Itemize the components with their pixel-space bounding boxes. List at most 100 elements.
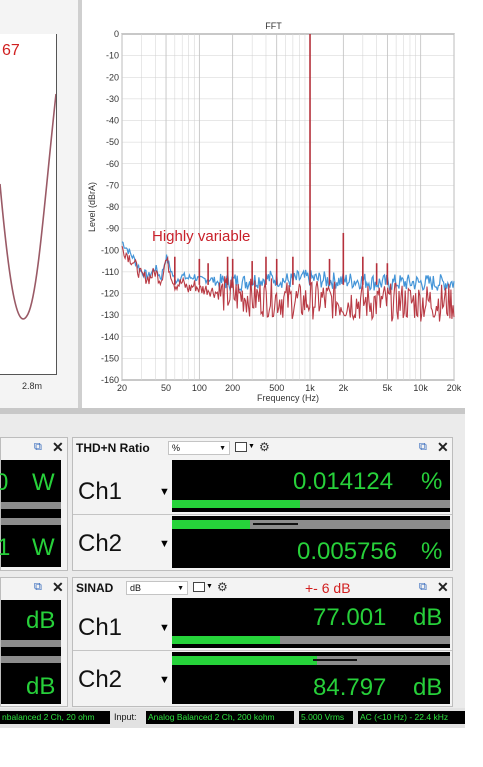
close-icon[interactable]: ✕: [52, 579, 64, 596]
fft-x-tick: 1k: [305, 383, 315, 393]
chevron-down-icon[interactable]: ▼: [159, 674, 170, 686]
meter-options-icon[interactable]: [235, 442, 247, 452]
level-ch1-unit: dB: [26, 607, 56, 634]
sinad-ch1-label: Ch1: [78, 614, 123, 641]
popout-icon[interactable]: ⧉: [419, 441, 427, 454]
thd-ch2-bar-fill: [172, 520, 250, 529]
power-meter-panel: ⧉ ✕ 0 W 1 W: [0, 437, 68, 571]
fft-y-tick: -150: [101, 353, 119, 363]
left-waveform-trace: [0, 93, 56, 320]
output-config-chip[interactable]: nbalanced 2 Ch, 20 ohm: [0, 711, 110, 724]
fft-x-tick: 500: [269, 383, 284, 393]
fft-y-tick: -80: [106, 202, 119, 212]
sinad-ch2-label: Ch2: [78, 666, 123, 693]
power-ch2-value: 1: [0, 534, 11, 561]
chevron-down-icon[interactable]: ▼: [159, 538, 170, 550]
sinad-ch1-value: 77.001: [313, 604, 387, 631]
sinad-unit-value: dB: [130, 583, 142, 593]
divider: [73, 514, 452, 515]
popout-icon[interactable]: ⧉: [34, 441, 42, 454]
fft-y-tick: -20: [106, 72, 119, 82]
power-ch2-unit: W: [32, 534, 55, 561]
close-icon[interactable]: ✕: [437, 579, 449, 596]
level-ch2-unit: dB: [26, 673, 56, 700]
fft-y-tick: -140: [101, 332, 119, 342]
sinad-panel: SINAD dB ▼ ▼ ⚙ +- 6 dB ⧉ ✕ Ch1 ▼ 77.001 …: [72, 577, 453, 707]
gear-icon[interactable]: ⚙: [259, 440, 270, 454]
thd-ch2-label: Ch2: [78, 530, 123, 557]
sinad-ch2-peak-marker: [313, 659, 357, 661]
chevron-down-icon: ▼: [177, 584, 184, 592]
divider: [73, 650, 452, 651]
power-ch1-bar: [1, 502, 61, 509]
thd-n-ratio-panel: THD+N Ratio % ▼ ▼ ⚙ ⧉ ✕ Ch1 ▼ 0.014124 %…: [72, 437, 453, 571]
thd-ch1-value: 0.014124: [293, 468, 394, 495]
blank-area: [0, 728, 465, 767]
fft-panel: FFT 0 -10 -20 -30 -40 -50 -60 -70 -80 -90 -100 -110…: [82, 0, 465, 410]
power-ch2-bar: [1, 518, 61, 525]
left-waveform-plot: 67 2.8m: [0, 0, 78, 410]
splitter-grip-icon[interactable]: [74, 409, 88, 422]
fft-y-tick: -120: [101, 289, 119, 299]
fft-y-tick: -40: [106, 116, 119, 126]
fft-x-tick: 200: [225, 383, 240, 393]
close-icon[interactable]: ✕: [437, 439, 449, 456]
fft-y-tick: -30: [106, 94, 119, 104]
sinad-ch1-bar-fill: [172, 636, 281, 644]
power-ch1-value: 0: [0, 469, 9, 496]
input-config-chip[interactable]: Analog Balanced 2 Ch, 200 kohm: [146, 711, 294, 724]
thd-ch2-unit: %: [421, 538, 443, 565]
fft-chart: 0 -10 -20 -30 -40 -50 -60 -70 -80 -90 -100 -110 -120…: [87, 29, 462, 403]
fft-y-tick: 0: [114, 29, 119, 39]
chevron-down-icon[interactable]: ▼: [206, 583, 213, 590]
meter-options-icon[interactable]: [193, 582, 205, 592]
sinad-ch2-bar: [172, 656, 450, 665]
fft-y-tick: -100: [101, 245, 119, 255]
sinad-title: SINAD: [76, 581, 114, 595]
fft-x-axis-label: Frequency (Hz): [257, 393, 319, 403]
fft-x-tick: 10k: [413, 383, 428, 393]
thd-ch1-unit: %: [421, 468, 443, 495]
sinad-annotation: +- 6 dB: [305, 580, 351, 596]
right-gutter: [465, 0, 483, 767]
sinad-ch2-value: 84.797: [313, 674, 387, 701]
left-plot-x-tick: 2.8m: [22, 381, 43, 391]
popout-icon[interactable]: ⧉: [419, 581, 427, 594]
fft-y-axis-label: Level (dBrA): [87, 182, 97, 232]
gear-icon[interactable]: ⚙: [217, 580, 228, 594]
thd-ch1-bar: [172, 500, 450, 508]
status-bar: nbalanced 2 Ch, 20 ohm Input: Analog Bal…: [0, 708, 465, 728]
fft-x-tick: 20k: [447, 383, 462, 393]
filter-chip[interactable]: AC (<10 Hz) - 22.4 kHz: [358, 711, 465, 724]
chevron-down-icon[interactable]: ▼: [159, 622, 170, 634]
popout-icon[interactable]: ⧉: [34, 581, 42, 594]
level-ch2-bar: [1, 656, 61, 663]
fft-y-tick: -10: [106, 51, 119, 61]
fft-y-tick: -90: [106, 224, 119, 234]
meter-area: ⧉ ✕ 0 W 1 W ⧉ ✕ dB dB THD+N Ratio % ▼ ▼ …: [0, 414, 465, 708]
left-plot-value: 67: [2, 42, 20, 59]
fft-annotation: Highly variable: [152, 228, 251, 245]
chevron-down-icon[interactable]: ▼: [159, 486, 170, 498]
fft-x-tick: 20: [117, 383, 127, 393]
thd-unit-select[interactable]: % ▼: [168, 441, 230, 455]
chevron-down-icon[interactable]: ▼: [248, 443, 255, 450]
close-icon[interactable]: ✕: [52, 439, 64, 456]
thd-ch2-value: 0.005756: [297, 538, 398, 565]
fft-y-tick: -130: [101, 310, 119, 320]
sinad-unit-select[interactable]: dB ▼: [126, 581, 188, 595]
power-ch1-unit: W: [32, 469, 55, 496]
level-chip[interactable]: 5.000 Vrms: [299, 711, 353, 724]
thd-title: THD+N Ratio: [76, 441, 150, 455]
sinad-ch2-unit: dB: [413, 674, 443, 701]
thd-ch1-label: Ch1: [78, 478, 123, 505]
chevron-down-icon: ▼: [219, 444, 226, 452]
thd-ch2-peak-marker: [253, 523, 298, 525]
fft-y-tick: -110: [102, 267, 119, 277]
fft-y-tick: -60: [106, 159, 119, 169]
fft-x-tick: 2k: [339, 383, 349, 393]
thd-ch1-bar-fill: [172, 500, 300, 508]
sinad-ch1-unit: dB: [413, 604, 443, 631]
sinad-ch1-bar: [172, 636, 450, 644]
input-label: Input:: [114, 712, 137, 722]
